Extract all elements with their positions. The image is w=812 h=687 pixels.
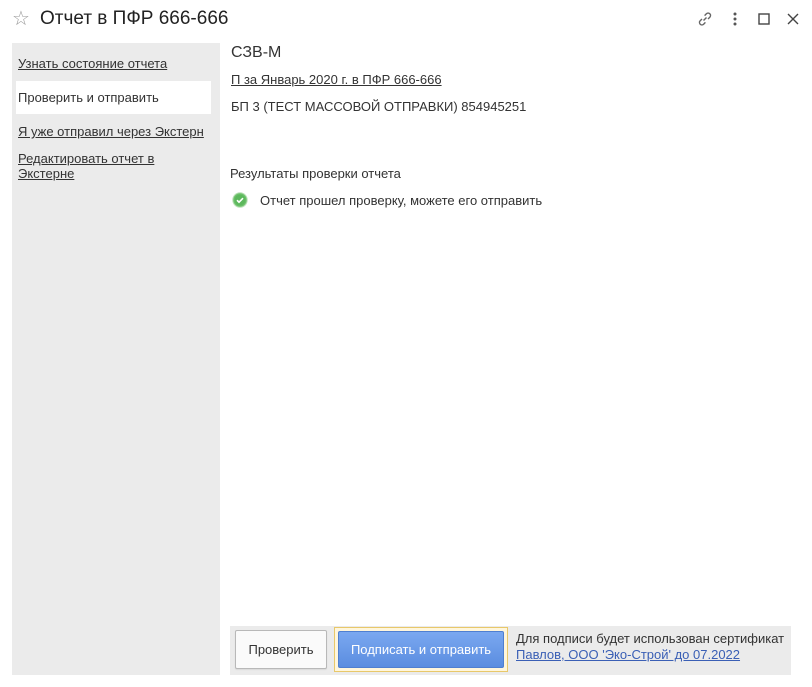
window-title: Отчет в ПФР 666-666 xyxy=(40,8,229,29)
report-period-link[interactable]: П за Январь 2020 г. в ПФР 666-666 xyxy=(231,72,442,87)
certificate-note: Для подписи будет использован сертификат xyxy=(516,631,785,646)
sidebar-item-check-and-send[interactable]: Проверить и отправить xyxy=(16,81,211,114)
certificate-link[interactable]: Павлов, ООО 'Эко-Строй' до 07.2022 xyxy=(516,647,740,662)
check-circle-icon xyxy=(232,192,248,208)
more-vertical-icon[interactable] xyxy=(725,9,745,29)
sidebar-item-edit-in-extern[interactable]: Редактировать отчет в Экстерне xyxy=(18,151,168,181)
sidebar-item-already-sent[interactable]: Я уже отправил через Экстерн xyxy=(18,124,214,139)
sign-and-send-button[interactable]: Подписать и отправить xyxy=(338,631,504,668)
report-type-title: СЗВ-М xyxy=(231,44,282,61)
send-button-focus-frame: Подписать и отправить xyxy=(334,627,508,672)
title-bar: ☆ Отчет в ПФР 666-666 xyxy=(0,0,812,40)
footer-bar: Проверить Подписать и отправить Для подп… xyxy=(230,626,791,675)
star-icon[interactable]: ☆ xyxy=(12,8,30,30)
result-message: Отчет прошел проверку, можете его отправ… xyxy=(260,192,543,208)
results-title: Результаты проверки отчета xyxy=(230,166,401,181)
maximize-icon[interactable] xyxy=(754,9,774,29)
check-button[interactable]: Проверить xyxy=(235,630,327,669)
organization-line: БП 3 (ТЕСТ МАССОВОЙ ОТПРАВКИ) 854945251 xyxy=(231,99,527,114)
result-row: Отчет прошел проверку, можете его отправ… xyxy=(232,192,542,208)
link-icon[interactable] xyxy=(695,9,715,29)
sidebar-item-check-status[interactable]: Узнать состояние отчета xyxy=(18,56,214,71)
close-icon[interactable] xyxy=(783,9,803,29)
sidebar: Узнать состояние отчета Проверить и отпр… xyxy=(12,43,220,675)
